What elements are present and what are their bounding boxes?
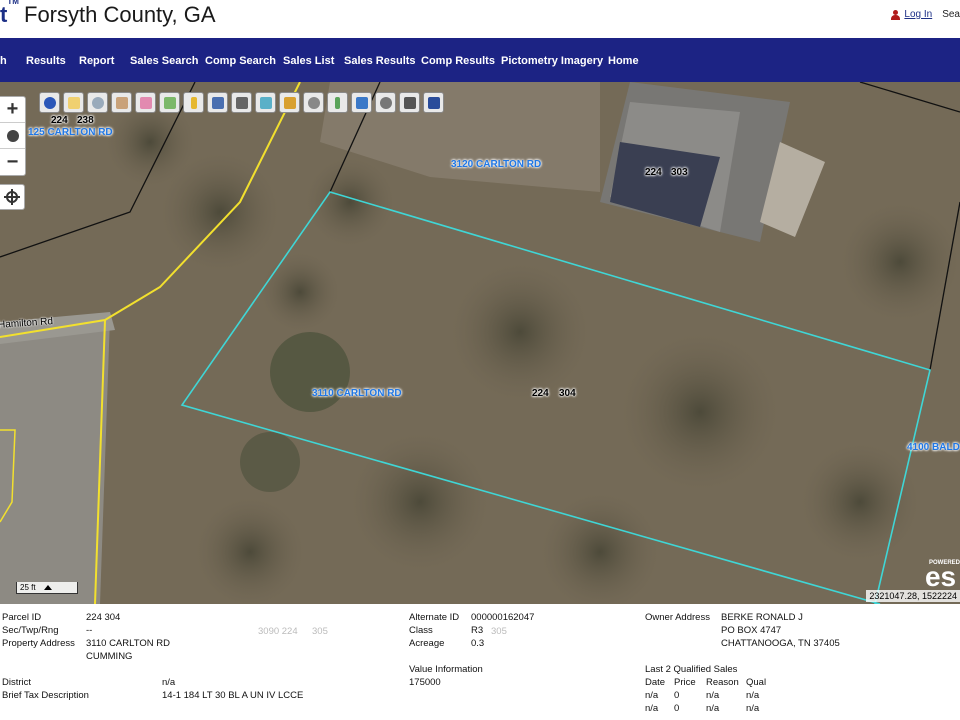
- main-nav: h Results Report Sales Search Comp Searc…: [0, 38, 960, 82]
- nav-home[interactable]: Home: [608, 55, 639, 67]
- owner-name: BERKE RONALD J: [721, 612, 803, 623]
- layers-icon[interactable]: [207, 92, 228, 113]
- pencil-icon[interactable]: [327, 92, 348, 113]
- user-icon: [891, 9, 901, 20]
- alternate-id-label: Alternate ID: [409, 612, 460, 623]
- zoom-area-icon[interactable]: [87, 92, 108, 113]
- property-address-label: Property Address: [2, 638, 75, 649]
- crosshair-icon: [4, 189, 20, 205]
- sales-cell: 0: [674, 703, 680, 714]
- zoom-controls: + −: [0, 96, 26, 176]
- esri-logo: POWERED es: [924, 560, 960, 592]
- sales-label: Last 2 Qualified Sales: [645, 664, 738, 675]
- page-title: Forsyth County, GA: [24, 2, 216, 27]
- acreage-value: 0.3: [471, 638, 485, 649]
- coordinate-readout: 2321047.28, 1522224: [866, 590, 960, 602]
- full-extent-button[interactable]: [0, 123, 25, 149]
- owner-po-box: PO BOX 4747: [721, 625, 782, 636]
- sales-cell: n/a: [746, 703, 760, 714]
- sales-header-price: Price: [674, 677, 696, 688]
- parcel-pin-label: 224: [532, 388, 549, 399]
- nav-results[interactable]: Results: [26, 55, 66, 67]
- district-value: n/a: [162, 677, 176, 688]
- address-label: 4100 BALD: [907, 442, 960, 453]
- selected-address-label: 3110 CARLTON RD: [312, 388, 402, 399]
- nav-search[interactable]: h: [0, 55, 7, 67]
- sales-header-qual: Qual: [746, 677, 767, 688]
- parcel-info-panel: Parcel ID 224 304 Sec/Twp/Rng -- Propert…: [0, 604, 960, 720]
- ghost-map-label: 305: [312, 626, 328, 637]
- property-address-line1: 3110 CARLTON RD: [86, 638, 170, 649]
- save-icon[interactable]: [423, 92, 444, 113]
- parcel-pin-label: 224: [51, 115, 68, 126]
- sales-cell: n/a: [746, 690, 760, 701]
- sec-twp-rng-value: --: [86, 625, 93, 636]
- highlight-icon[interactable]: [63, 92, 84, 113]
- nav-pictometry-imagery[interactable]: Pictometry Imagery: [501, 55, 603, 67]
- login-area: Log In Sea: [891, 9, 960, 20]
- value-information-value: 175000: [409, 677, 441, 688]
- parcel-pin-label: 304: [559, 388, 576, 399]
- nav-sales-search[interactable]: Sales Search: [130, 55, 199, 67]
- camera-icon[interactable]: [231, 92, 252, 113]
- info-icon[interactable]: [39, 92, 60, 113]
- sales-cell: 0: [674, 690, 680, 701]
- sales-header-date: Date: [645, 677, 666, 688]
- sales-cell: n/a: [645, 690, 659, 701]
- ghost-map-label: 305: [491, 626, 507, 637]
- sales-header-reason: Reason: [706, 677, 739, 688]
- settings-icon[interactable]: [375, 92, 396, 113]
- scale-bar: 25 ft: [16, 582, 78, 594]
- address-label: 125 CARLTON RD: [28, 127, 113, 138]
- buildings-icon[interactable]: [279, 92, 300, 113]
- eraser-icon[interactable]: [135, 92, 156, 113]
- identify-icon[interactable]: [351, 92, 372, 113]
- login-link[interactable]: Log In: [904, 9, 932, 20]
- map-view[interactable]: + − 125 CARLTON RD 224 238 3120 CARLTON …: [0, 82, 960, 604]
- parcel-pin-label: 303: [671, 167, 688, 178]
- app-header: tTM Forsyth County, GA Log In Sea: [0, 0, 960, 38]
- sales-cell: n/a: [706, 690, 720, 701]
- map-icon[interactable]: [255, 92, 276, 113]
- sales-cell: n/a: [645, 703, 659, 714]
- nav-comp-search[interactable]: Comp Search: [205, 55, 276, 67]
- search-link[interactable]: Sea: [942, 9, 960, 20]
- pan-hand-icon[interactable]: [111, 92, 132, 113]
- parcel-id-label: Parcel ID: [2, 612, 42, 623]
- parcel-pin-label: 238: [77, 115, 94, 126]
- property-address-line2: CUMMING: [86, 651, 133, 662]
- owner-address-label: Owner Address: [645, 612, 710, 623]
- nav-report[interactable]: Report: [79, 55, 114, 67]
- select-icon[interactable]: [159, 92, 180, 113]
- print-icon[interactable]: [399, 92, 420, 113]
- acreage-label: Acreage: [409, 638, 445, 649]
- nav-comp-results[interactable]: Comp Results: [421, 55, 495, 67]
- parcel-pin-label: 224: [645, 167, 662, 178]
- locate-button[interactable]: [0, 184, 25, 210]
- nav-sales-results[interactable]: Sales Results: [344, 55, 416, 67]
- value-information-label: Value Information: [409, 664, 483, 675]
- sales-cell: n/a: [706, 703, 720, 714]
- site-logo[interactable]: tTM: [0, 0, 19, 28]
- address-label: 3120 CARLTON RD: [451, 159, 542, 170]
- owner-city: CHATTANOOGA, TN 37405: [721, 638, 840, 649]
- sec-twp-rng-label: Sec/Twp/Rng: [2, 625, 59, 636]
- parcel-id-value: 224 304: [86, 612, 121, 623]
- map-toolbar: [39, 92, 444, 116]
- brief-tax-value: 14-1 184 LT 30 BL A UN IV LCCE: [162, 690, 304, 701]
- globe-icon: [6, 129, 19, 142]
- class-value: R3: [471, 625, 484, 636]
- nav-sales-list[interactable]: Sales List: [283, 55, 334, 67]
- district-label: District: [2, 677, 32, 688]
- marker-icon[interactable]: [183, 92, 204, 113]
- zoom-out-button[interactable]: −: [0, 149, 25, 175]
- class-label: Class: [409, 625, 433, 636]
- ghost-map-label: 3090 224: [258, 626, 298, 637]
- alternate-id-value: 000000162047: [471, 612, 535, 623]
- magnify-icon[interactable]: [303, 92, 324, 113]
- zoom-in-button[interactable]: +: [0, 97, 25, 123]
- scale-arrow-icon: [43, 585, 52, 590]
- brief-tax-label: Brief Tax Description: [2, 690, 89, 701]
